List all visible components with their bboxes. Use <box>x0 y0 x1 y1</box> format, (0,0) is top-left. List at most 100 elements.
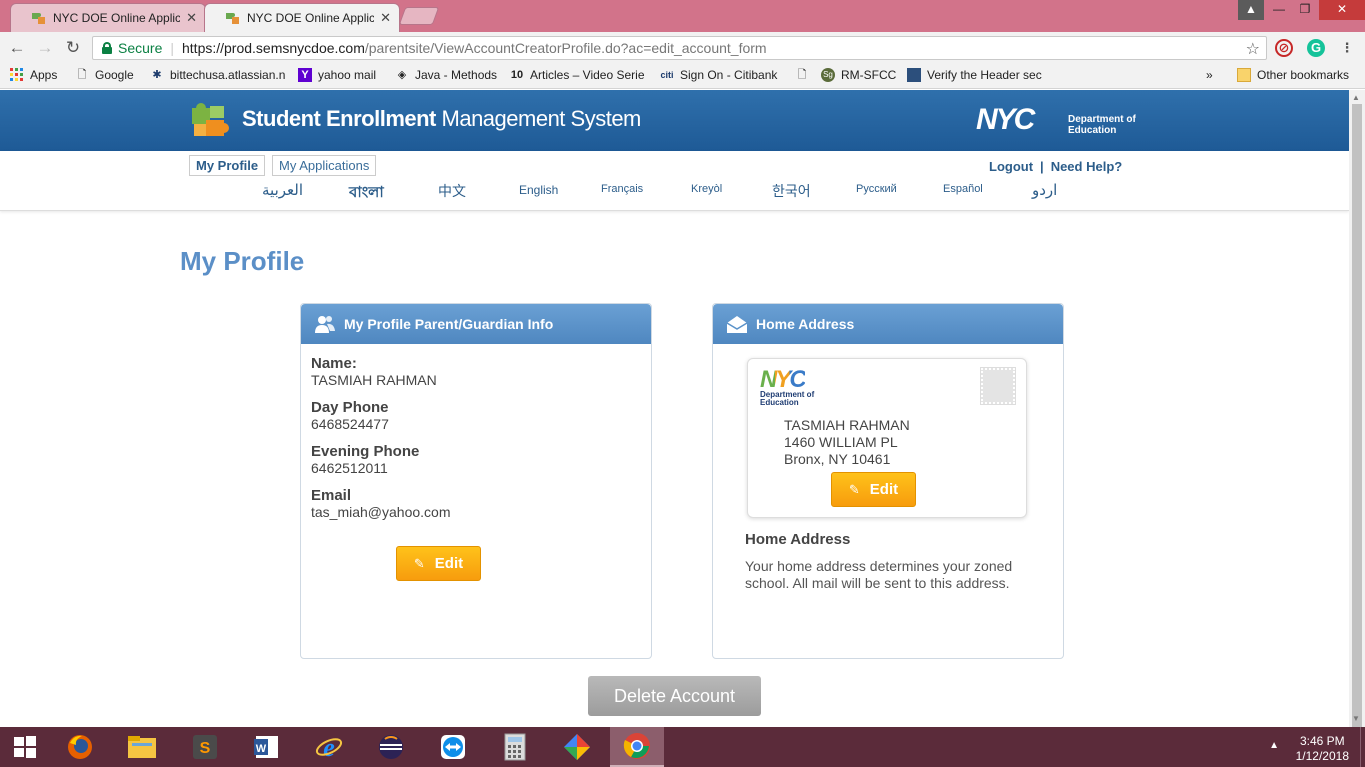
clock-date: 1/12/2018 <box>1295 749 1349 763</box>
sg-icon: Sg <box>821 68 835 82</box>
block-extension-icon[interactable]: ⊘ <box>1275 39 1293 57</box>
profile-icon[interactable]: ▲ <box>1238 0 1264 20</box>
logout-link[interactable]: Logout <box>989 159 1033 174</box>
new-tab-button[interactable] <box>398 7 440 25</box>
bookmark-label: Verify the Header sec <box>927 68 1042 82</box>
language-english[interactable]: English <box>519 183 558 197</box>
menu-dots-icon[interactable]: ⋮ <box>1338 39 1356 57</box>
language-korean[interactable]: 한국어 <box>772 181 811 201</box>
forward-arrow-icon[interactable]: → <box>34 37 56 59</box>
tab-title: NYC DOE Online Applica <box>247 11 375 25</box>
svg-text:S: S <box>200 740 211 757</box>
puzzle-favicon-icon <box>225 11 241 25</box>
url-host: https://prod.semsnycdoe.com <box>182 40 365 56</box>
bookmark-verify-header[interactable]: Verify the Header sec <box>907 68 1042 82</box>
day-phone-value: 6468524477 <box>311 416 389 432</box>
bookmark-google[interactable]: 🗋 Google <box>75 68 134 82</box>
tab-close-icon[interactable]: ✕ <box>380 10 391 26</box>
link-separator: | <box>1040 159 1044 174</box>
site-title-rest: Management System <box>435 106 642 131</box>
address-note-text: Your home address determines your zoned … <box>745 558 1013 591</box>
browser-tab-active[interactable]: NYC DOE Online Applica ✕ <box>204 3 400 32</box>
address-line-2: 1460 WILLIAM PL <box>784 434 898 450</box>
internet-explorer-icon[interactable]: e <box>313 732 345 762</box>
tray-expand-icon[interactable]: ▲ <box>1269 740 1279 751</box>
window-close-icon[interactable]: ✕ <box>1319 0 1365 20</box>
eclipse-icon[interactable] <box>375 732 407 762</box>
bookmark-rm-sfcc[interactable]: Sg RM-SFCC <box>821 68 896 82</box>
bookmarks-overflow-button[interactable]: » <box>1206 68 1213 82</box>
url-separator: | <box>170 40 174 56</box>
language-chinese[interactable]: 中文 <box>438 181 466 201</box>
mailing-address: TASMIAH RAHMAN 1460 WILLIAM PL Bronx, NY… <box>784 417 910 468</box>
language-kreyol[interactable]: Kreyòl <box>691 183 722 195</box>
language-russian[interactable]: Русский <box>856 183 897 195</box>
language-french[interactable]: Français <box>601 183 643 195</box>
diamond-app-icon[interactable] <box>561 732 593 762</box>
page-title: My Profile <box>180 246 305 276</box>
bookmark-apps[interactable]: Apps <box>10 68 57 82</box>
profile-fields: Name: TASMIAH RAHMAN Day Phone 646852447… <box>301 344 651 521</box>
bookmark-label: Google <box>95 68 134 82</box>
tab-close-icon[interactable]: ✕ <box>186 10 197 26</box>
restore-icon[interactable]: ❐ <box>1290 0 1320 20</box>
bookmark-blank[interactable]: 🗋 <box>795 68 815 82</box>
scroll-up-icon[interactable]: ▲ <box>1352 93 1360 102</box>
edit-profile-button[interactable]: ✎ Edit <box>396 546 481 581</box>
sublime-text-icon[interactable]: S <box>189 732 221 762</box>
language-bengali[interactable]: বাংলা <box>349 181 384 206</box>
show-desktop-button[interactable] <box>1360 727 1365 767</box>
bookmark-yahoo-mail[interactable]: Y yahoo mail <box>298 68 376 82</box>
chrome-icon[interactable] <box>610 727 664 767</box>
page-icon: 🗋 <box>77 69 87 81</box>
reload-icon[interactable]: ↻ <box>62 37 84 59</box>
name-value: TASMIAH RAHMAN <box>311 372 437 388</box>
clock-time: 3:46 PM <box>1299 734 1345 748</box>
pencil-icon: ✎ <box>413 555 425 571</box>
users-icon <box>314 314 336 334</box>
bookmark-atlassian[interactable]: ✱ bittechusa.atlassian.n <box>150 68 285 82</box>
firefox-icon[interactable] <box>64 732 96 762</box>
puzzle-favicon-icon <box>31 11 47 25</box>
envelope-doe-line2: Education <box>760 398 799 407</box>
scroll-down-icon[interactable]: ▼ <box>1352 714 1360 723</box>
address-line-3: Bronx, NY 10461 <box>784 451 891 467</box>
grammarly-extension-icon[interactable]: G <box>1307 39 1325 57</box>
browser-tab[interactable]: NYC DOE Online Applica ✕ <box>10 3 206 32</box>
envelope-doe-text: Department of Education <box>760 391 814 407</box>
address-bar[interactable]: Secure | https://prod.semsnycdoe.com/par… <box>92 36 1267 60</box>
bookmark-label: Java - Methods <box>415 68 498 82</box>
bookmark-java-methods[interactable]: ◈ Java - Methods <box>395 68 497 82</box>
bookmark-star-icon[interactable]: ☆ <box>1246 39 1260 59</box>
home-address-card-title: Home Address <box>756 316 855 332</box>
edit-address-button[interactable]: ✎ Edit <box>831 472 916 507</box>
language-urdu[interactable]: اردو <box>1032 181 1057 199</box>
language-arabic[interactable]: العربية <box>262 181 303 199</box>
back-arrow-icon[interactable]: ← <box>6 37 28 59</box>
delete-account-button[interactable]: Delete Account <box>588 676 761 716</box>
bookmark-label: Articles – Video Serie <box>530 68 645 82</box>
language-spanish[interactable]: Español <box>943 183 983 195</box>
profile-card: My Profile Parent/Guardian Info Name: TA… <box>300 303 652 659</box>
bookmark-articles[interactable]: 10 Articles – Video Serie <box>510 68 645 82</box>
calculator-icon[interactable] <box>499 732 531 762</box>
bookmark-citibank[interactable]: citi Sign On - Citibank <box>660 68 777 82</box>
tab-my-applications[interactable]: My Applications <box>272 155 377 176</box>
system-clock[interactable]: 3:46 PM 1/12/2018 <box>1296 734 1349 764</box>
atlassian-icon: ✱ <box>152 69 162 81</box>
need-help-link[interactable]: Need Help? <box>1051 159 1123 174</box>
page-viewport: Student Enrollment Management System NYC… <box>0 90 1349 727</box>
page-icon: 🗋 <box>797 69 807 81</box>
tab-my-profile[interactable]: My Profile <box>189 155 266 176</box>
address-note-title: Home Address <box>745 531 851 548</box>
edit-profile-label: Edit <box>434 555 464 572</box>
file-explorer-icon[interactable] <box>126 732 158 762</box>
scroll-thumb[interactable] <box>1352 104 1362 732</box>
windows-start-icon[interactable] <box>9 732 41 762</box>
other-bookmarks[interactable]: Other bookmarks <box>1237 68 1349 82</box>
teamviewer-icon[interactable] <box>437 732 469 762</box>
word-icon[interactable]: W <box>251 732 283 762</box>
doe-line1: Department of <box>1068 114 1136 125</box>
tab-title: NYC DOE Online Applica <box>53 11 181 25</box>
page-scrollbar[interactable]: ▲ ▼ <box>1349 90 1365 732</box>
